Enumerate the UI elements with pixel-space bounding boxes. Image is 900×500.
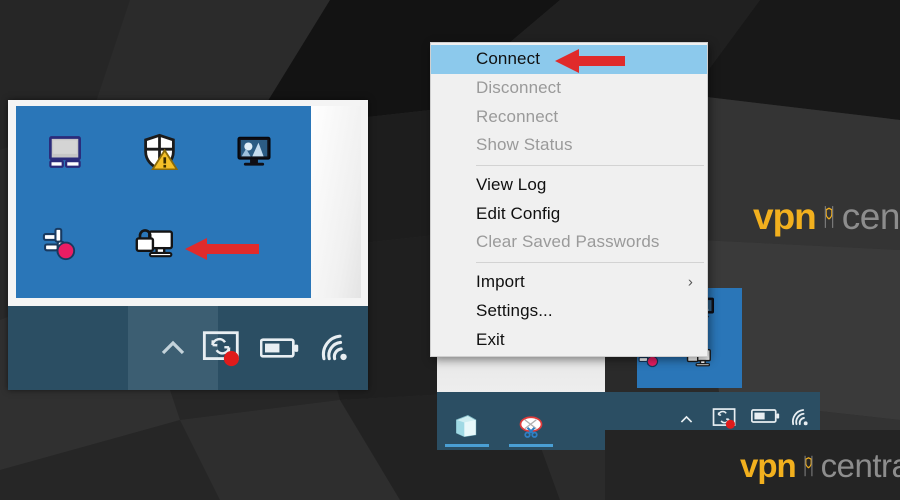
show-hidden-icons-chevron[interactable]: [149, 324, 197, 372]
menu-item-edit-config[interactable]: Edit Config: [431, 199, 707, 228]
hidden-icons-flyout[interactable]: [16, 106, 311, 298]
sticky-notes-taskbar-button[interactable]: [445, 406, 489, 446]
background-taskbar: [437, 392, 605, 450]
menu-item-reconnect[interactable]: Reconnect: [431, 102, 707, 131]
menu-item-label: Connect: [476, 49, 541, 69]
watermark-shield-divider-icon: [801, 452, 816, 480]
menu-separator: [476, 164, 704, 166]
onedrive-sync-error-icon[interactable]: [198, 324, 246, 372]
menu-item-label: Exit: [476, 329, 505, 349]
menu-item-view-log[interactable]: View Log: [431, 171, 707, 200]
monitor-media-icon[interactable]: [231, 128, 277, 174]
menu-item-label: Disconnect: [476, 78, 562, 98]
watermark-top: vpn central: [753, 196, 900, 238]
wifi-icon[interactable]: [789, 406, 817, 432]
menu-item-label: Reconnect: [476, 106, 559, 126]
wifi-icon[interactable]: [313, 324, 361, 372]
menu-item-show-status[interactable]: Show Status: [431, 131, 707, 160]
menu-item-label: Import: [476, 272, 525, 292]
arrow-pointing-to-openvpn-tray-icon: [185, 238, 259, 260]
show-hidden-icons-chevron[interactable]: [673, 406, 699, 432]
openvpn-gui-tray-menu[interactable]: Connect Disconnect Reconnect Show Status…: [430, 42, 708, 357]
arrow-pointing-to-connect-menu-item: [555, 49, 625, 73]
chevron-right-icon: ›: [687, 273, 693, 291]
taskbar-active-indicator: [509, 444, 553, 447]
watermark-vpn-text: vpn: [753, 196, 817, 237]
watermark-vpn-text: vpn: [740, 447, 797, 484]
openvpn-gui-icon[interactable]: [131, 221, 177, 267]
menu-item-settings[interactable]: Settings...: [431, 297, 707, 326]
menu-item-label: Clear Saved Passwords: [476, 232, 660, 252]
menu-item-label: Show Status: [476, 135, 573, 155]
battery-icon[interactable]: [256, 324, 304, 372]
watermark-central-text: central: [841, 196, 900, 237]
watermark-bottom: vpn central: [740, 447, 900, 485]
windows-defender-warning-icon[interactable]: [136, 128, 182, 174]
menu-item-label: Edit Config: [476, 203, 561, 223]
windows-taskbar: [8, 306, 368, 390]
taskbar-active-indicator: [445, 444, 489, 447]
menu-item-clear-saved-passwords[interactable]: Clear Saved Passwords: [431, 228, 707, 257]
menu-item-exit[interactable]: Exit: [431, 325, 707, 354]
flyout-side-panel: [311, 106, 361, 298]
menu-item-label: Settings...: [476, 300, 553, 320]
menu-separator: [476, 261, 704, 263]
pinwheel-badge-icon[interactable]: [36, 221, 82, 267]
display-settings-icon[interactable]: [42, 128, 88, 174]
watermark-shield-divider-icon: [821, 202, 837, 232]
snipping-tool-taskbar-button[interactable]: [509, 406, 553, 446]
battery-icon[interactable]: [751, 408, 781, 430]
menu-item-label: View Log: [476, 175, 547, 195]
menu-item-import[interactable]: Import ›: [431, 268, 707, 297]
watermark-central-text: central: [820, 447, 900, 484]
